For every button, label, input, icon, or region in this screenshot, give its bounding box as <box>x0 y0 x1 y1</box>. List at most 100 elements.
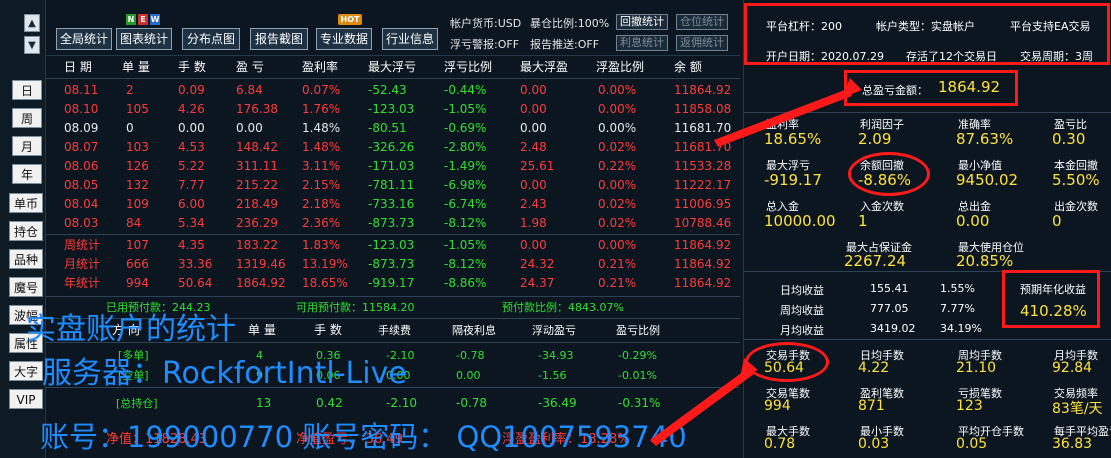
drawdown-stats-button[interactable]: 回撤统计 <box>616 14 668 30</box>
cell-orders: 132 <box>126 178 149 192</box>
cell-date: 08.03 <box>64 216 99 230</box>
stat2-value: 0.03 <box>858 436 890 452</box>
income-value: 155.41 <box>870 282 909 295</box>
stat-value: 87.63% <box>956 130 1014 148</box>
left-nav: ▲ ▼ 日 周 月 年 单币 持仓 品种 魔号 波幅 属性 大字 VIP <box>0 0 46 458</box>
chart-stats-button[interactable]: 图表统计 <box>116 28 172 50</box>
cell-maxloss: -733.16 <box>368 197 415 211</box>
summary-orders: 666 <box>126 257 149 271</box>
alive-days: 存活了12个交易日 <box>906 50 997 63</box>
vip-button[interactable]: VIP <box>9 389 43 409</box>
pos-total-orders: 13 <box>256 396 272 410</box>
pro-data-button[interactable]: 专业数据 <box>316 28 372 50</box>
table-row[interactable]: 08.09 0 0.00 0.00 1.48% -80.51 -0.69% 0.00 0.00%… <box>46 119 740 138</box>
table-row[interactable]: 08.06 126 5.22 311.11 3.11% -171.03 -1.49% 25.6… <box>46 157 740 176</box>
cell-orders: 103 <box>126 140 149 154</box>
cell-pnl: 236.29 <box>236 216 278 230</box>
col-orders: 单 量 <box>122 60 150 74</box>
period-day-button[interactable]: 日 <box>12 80 42 100</box>
pos-total-fee: -2.10 <box>386 396 418 410</box>
stat-value: 1 <box>858 212 868 230</box>
cell-gainratio: 0.02% <box>598 140 637 154</box>
cell-lots: 0.00 <box>178 121 205 135</box>
report-screenshot-button[interactable]: 报告截图 <box>250 28 308 50</box>
period-month-button[interactable]: 月 <box>12 136 42 156</box>
cell-balance: 11864.92 <box>674 83 732 97</box>
summary-orders: 994 <box>126 276 149 290</box>
scroll-up-button[interactable]: ▲ <box>24 14 40 32</box>
table-row[interactable]: 08.10 105 4.26 176.38 1.76% -123.03 -1.05% 0.00… <box>46 100 740 119</box>
summary-lossratio: -8.12% <box>444 257 487 271</box>
stat2-value: 4.22 <box>858 360 890 376</box>
pos-col-float: 浮动盈亏 <box>532 324 576 337</box>
cell-gainratio: 0.00% <box>598 121 637 135</box>
period-year-button[interactable]: 年 <box>12 164 42 184</box>
cell-maxloss: -873.73 <box>368 216 415 230</box>
cell-lossratio: -0.69% <box>444 121 487 135</box>
stat2-value: 871 <box>858 398 885 414</box>
stat-value: 18.65% <box>764 130 822 148</box>
cell-rate: 2.36% <box>302 216 341 230</box>
cell-maxloss: -326.26 <box>368 140 415 154</box>
cell-pnl: 148.42 <box>236 140 278 154</box>
cell-lossratio: -8.12% <box>444 216 487 230</box>
period-week-button[interactable]: 周 <box>12 108 42 128</box>
magic-number-button[interactable]: 魔号 <box>9 277 43 297</box>
summary-date: 周统计 <box>64 238 101 252</box>
cell-maxgain: 0.00 <box>520 178 547 192</box>
cell-maxgain: 0.00 <box>520 102 547 116</box>
summary-date: 年统计 <box>64 276 101 290</box>
cell-pnl: 0.00 <box>236 121 263 135</box>
single-currency-button[interactable]: 单币 <box>9 193 43 213</box>
table-row[interactable]: 08.04 109 6.00 218.49 2.18% -733.16 -6.74% 2.43… <box>46 195 740 214</box>
scroll-down-button[interactable]: ▼ <box>24 36 40 54</box>
summary-orders: 107 <box>126 238 149 252</box>
income-percent: 7.77% <box>940 302 975 315</box>
table-row[interactable]: 08.05 132 7.77 215.22 2.15% -781.11 -6.98% 0.00… <box>46 176 740 195</box>
cell-gainratio: 0.02% <box>598 197 637 211</box>
overlay-account: 账号：199000770 账号密码： QQ1007593740 <box>40 420 687 454</box>
positions-button[interactable]: 持仓 <box>9 221 43 241</box>
summary-gainratio: 0.00% <box>598 238 637 252</box>
cell-maxgain: 0.00 <box>520 121 547 135</box>
pos-total-swap: -0.78 <box>456 396 488 410</box>
col-maxloss: 最大浮亏 <box>368 60 417 74</box>
global-stats-button[interactable]: 全局统计 <box>56 28 112 50</box>
symbols-button[interactable]: 品种 <box>9 249 43 269</box>
pos-total-ratio: -0.31% <box>618 396 661 410</box>
stat2-value: 92.84 <box>1052 360 1093 376</box>
cell-rate: 2.15% <box>302 178 341 192</box>
table-row[interactable]: 08.11 2 0.09 6.84 0.07% -52.43 -0.44% 0.00 0.00%… <box>46 81 740 100</box>
pos-total-lots: 0.42 <box>316 396 343 410</box>
rebate-stats-button[interactable]: 返佣统计 <box>676 35 728 51</box>
cell-maxgain: 25.61 <box>520 159 555 173</box>
cell-rate: 1.76% <box>302 102 341 116</box>
position-stats-button[interactable]: 仓位统计 <box>676 14 728 30</box>
cell-balance: 11006.95 <box>674 197 732 211</box>
stat-value: 0 <box>1052 212 1062 230</box>
income-label: 月均收益 <box>780 324 824 337</box>
table-row[interactable]: 08.07 103 4.53 148.42 1.48% -326.26 -2.80% 2.48… <box>46 138 740 157</box>
account-currency: 帐户货币:USD <box>450 17 522 30</box>
cell-lossratio: -6.74% <box>444 197 487 211</box>
pos-total-float: -36.49 <box>538 396 577 410</box>
cell-lots: 6.00 <box>178 197 205 211</box>
float-alert: 浮亏警报:OFF <box>450 38 520 51</box>
interest-stats-button[interactable]: 利息统计 <box>616 35 668 51</box>
large-font-button[interactable]: 大字 <box>9 361 43 381</box>
summary-maxloss: -919.17 <box>368 276 415 290</box>
pos-col-lots: 手 数 <box>314 323 342 337</box>
pos-col-swap: 隔夜利息 <box>452 324 496 337</box>
col-rate: 盈利率 <box>302 60 339 74</box>
table-row[interactable]: 08.03 84 5.34 236.29 2.36% -873.73 -8.12% 1.98 0… <box>46 214 740 233</box>
distribution-chart-button[interactable]: 分布点图 <box>182 28 240 50</box>
cell-gainratio: 0.02% <box>598 216 637 230</box>
cell-gainratio: 0.22% <box>598 159 637 173</box>
new-badge-w: W <box>150 14 160 25</box>
cell-date: 08.05 <box>64 178 99 192</box>
col-lots: 手 数 <box>178 60 206 74</box>
industry-info-button[interactable]: 行业信息 <box>382 28 438 50</box>
cell-date: 08.09 <box>64 121 99 135</box>
pos-swap: -0.78 <box>456 349 485 362</box>
cell-lossratio: -2.80% <box>444 140 487 154</box>
